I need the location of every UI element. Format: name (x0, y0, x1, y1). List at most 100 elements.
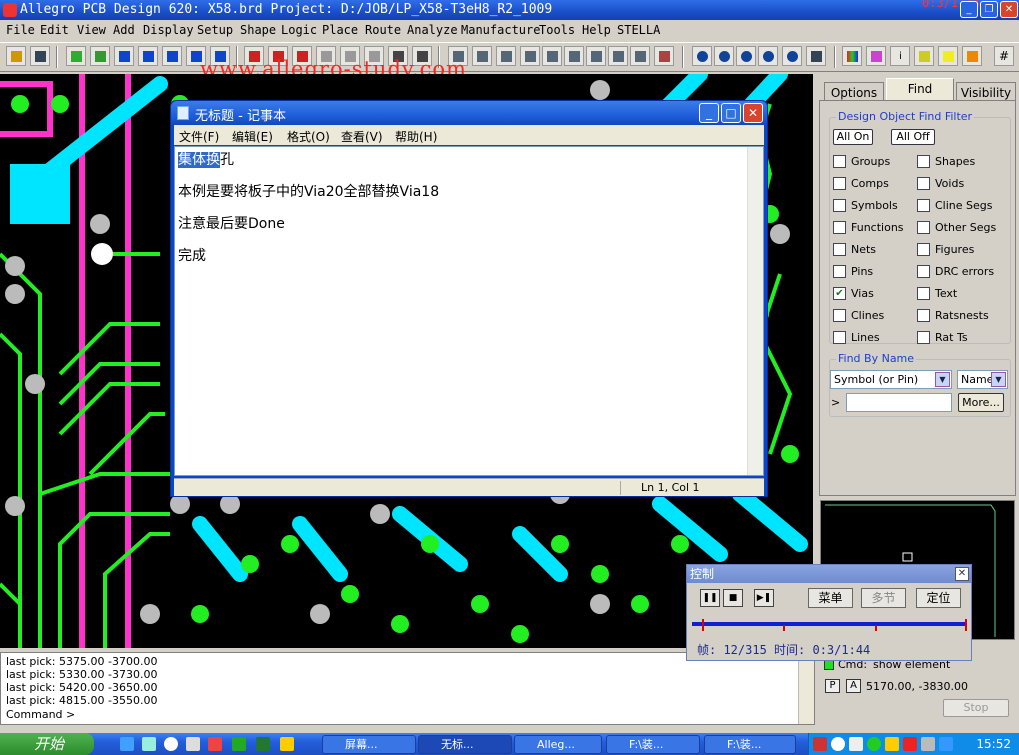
info-icon[interactable]: i (890, 46, 910, 66)
filter-checkbox-pins[interactable] (833, 265, 846, 278)
filter-checkbox-ratsnests[interactable] (917, 309, 930, 322)
menu-file[interactable]: File (6, 23, 35, 37)
task-notepad[interactable]: 无标... (418, 735, 512, 754)
filter-checkbox-cline-segs[interactable] (917, 199, 930, 212)
cutout-icon[interactable] (608, 46, 628, 66)
a-toggle[interactable]: A (846, 679, 861, 693)
add-connect-icon[interactable] (114, 46, 134, 66)
notepad-text-area[interactable]: 集体换孔 本例是要将板子中的Via20全部替换Via18 注意最后要Done 完… (174, 146, 764, 476)
notepad-scrollbar[interactable] (747, 147, 763, 475)
tray-antivirus-icon[interactable] (903, 737, 917, 751)
command-scrollbar[interactable] (798, 653, 814, 724)
menu-tools[interactable]: Tools (539, 23, 575, 37)
menu-setup[interactable]: Setup (197, 23, 233, 37)
tray-network-icon[interactable] (849, 737, 863, 751)
maxthon-icon[interactable] (164, 737, 178, 751)
layers-icon[interactable] (866, 46, 886, 66)
menu-button[interactable]: 菜单 (808, 588, 853, 608)
control-close-button[interactable]: ✕ (955, 567, 969, 581)
menu-display[interactable]: Display (143, 23, 194, 37)
filter-checkbox-shapes[interactable] (917, 155, 930, 168)
allegro-quick-icon[interactable] (208, 737, 222, 751)
all-on-button[interactable]: All On (833, 129, 873, 145)
menu-route[interactable]: Route (365, 23, 401, 37)
filter-checkbox-symbols[interactable] (833, 199, 846, 212)
command-window[interactable]: last pick: 5375.00 -3700.00 last pick: 5… (0, 652, 815, 725)
stop-button[interactable]: Stop (943, 699, 1009, 717)
tool-icon[interactable] (256, 737, 270, 751)
slide-icon[interactable] (138, 46, 158, 66)
menu-edit[interactable]: Edit (40, 23, 69, 37)
object-type-select[interactable]: Symbol (or Pin) ▼ (830, 370, 952, 389)
zoom-in-icon[interactable] (692, 46, 712, 66)
filter-checkbox-lines[interactable] (833, 331, 846, 344)
multi-section-button[interactable]: 多节 (861, 588, 906, 608)
void-icon[interactable] (586, 46, 606, 66)
p-toggle[interactable]: P (825, 679, 840, 693)
notepad-menu-help[interactable]: 帮助(H) (395, 128, 437, 145)
excel-icon[interactable] (232, 737, 246, 751)
notepad-menu-edit[interactable]: 编辑(E) (232, 128, 273, 145)
filter-checkbox-rat-ts[interactable] (917, 331, 930, 344)
grid-icon[interactable] (472, 46, 492, 66)
tray-ime-icon[interactable] (939, 737, 953, 751)
zoom-prev-icon[interactable] (782, 46, 802, 66)
open-icon[interactable] (6, 46, 26, 66)
menu-add[interactable]: Add (113, 23, 135, 37)
notepad-close-button[interactable]: ✕ (743, 103, 763, 123)
tray-volume-icon[interactable] (921, 737, 935, 751)
task-screen-recorder[interactable]: 屏幕... (322, 735, 416, 754)
target-icon[interactable] (496, 46, 516, 66)
find-name-input[interactable] (846, 393, 952, 412)
color-icon[interactable] (842, 46, 862, 66)
menu-analyze[interactable]: Analyze (407, 23, 458, 37)
start-button[interactable]: 开始 (0, 733, 94, 755)
maximize-button[interactable]: ❐ (980, 1, 998, 18)
locate-button[interactable]: 定位 (916, 588, 961, 608)
shape-icon[interactable] (564, 46, 584, 66)
notepad-menu-view[interactable]: 查看(V) (341, 128, 383, 145)
more-button[interactable]: More... (958, 393, 1004, 412)
move-icon[interactable] (66, 46, 86, 66)
save-icon[interactable] (30, 46, 50, 66)
grid-toggle-icon[interactable]: # (994, 46, 1014, 66)
playback-slider[interactable] (692, 619, 967, 631)
tray-status-icon[interactable] (867, 737, 881, 751)
minimize-button[interactable]: _ (960, 1, 978, 18)
zoom-world-icon[interactable] (758, 46, 778, 66)
menu-manufacture[interactable]: Manufacture (461, 23, 540, 37)
anchor-icon[interactable] (280, 737, 294, 751)
filter-checkbox-drc-errors[interactable] (917, 265, 930, 278)
pause-icon[interactable]: ❚❚ (700, 589, 720, 607)
notepad-menu-format[interactable]: 格式(O) (287, 128, 330, 145)
merge-icon[interactable] (630, 46, 650, 66)
desktop-icon[interactable] (120, 737, 134, 751)
zoom-fit-icon[interactable] (736, 46, 756, 66)
command-prompt[interactable]: Command > (6, 708, 75, 721)
step-forward-icon[interactable]: ▶❚ (754, 589, 774, 607)
menu-stella[interactable]: STELLA (617, 23, 660, 37)
menu-shape[interactable]: Shape (240, 23, 276, 37)
pointer-icon[interactable] (520, 46, 540, 66)
copy-icon[interactable] (90, 46, 110, 66)
task-folder-2[interactable]: F:\装... (704, 735, 796, 754)
filter-checkbox-vias[interactable]: ✔ (833, 287, 846, 300)
filter-checkbox-voids[interactable] (917, 177, 930, 190)
tray-app-icon[interactable] (813, 737, 827, 751)
menu-logic[interactable]: Logic (281, 23, 317, 37)
filter-checkbox-clines[interactable] (833, 309, 846, 322)
filter-checkbox-figures[interactable] (917, 243, 930, 256)
3d-view-icon[interactable] (806, 46, 826, 66)
task-folder-1[interactable]: F:\装... (606, 735, 700, 754)
expand-arrow-icon[interactable]: > (831, 396, 840, 409)
close-button[interactable]: ✕ (1000, 1, 1018, 18)
drc-icon[interactable] (654, 46, 674, 66)
tray-arrow-icon[interactable] (831, 737, 845, 751)
stop-icon[interactable]: ■ (723, 589, 743, 607)
filter-checkbox-comps[interactable] (833, 177, 846, 190)
menu-help[interactable]: Help (582, 23, 611, 37)
menu-view[interactable]: View (77, 23, 106, 37)
delay-tune-icon[interactable] (162, 46, 182, 66)
slider-thumb[interactable] (702, 619, 704, 631)
menu-place[interactable]: Place (322, 23, 358, 37)
